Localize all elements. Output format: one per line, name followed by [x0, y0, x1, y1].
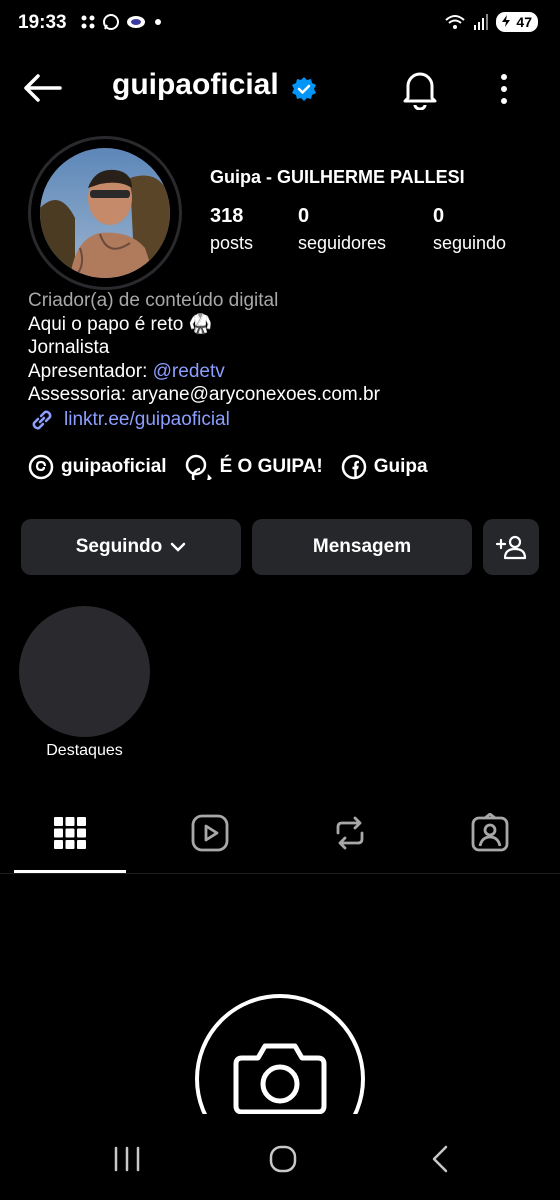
reels-icon	[191, 814, 229, 852]
avatar[interactable]	[40, 148, 170, 278]
reposts-icon	[336, 816, 364, 850]
followers-label: seguidores	[298, 233, 387, 253]
profile-category: Criador(a) de conteúdo digital	[28, 290, 279, 311]
chat-label: É O GUIPA!	[219, 456, 323, 477]
following-label: Seguindo	[75, 536, 163, 557]
tab-grid[interactable]	[0, 808, 140, 858]
stat-posts[interactable]: 318 posts	[210, 205, 253, 254]
facebook-label: Guipa	[373, 456, 428, 477]
message-button[interactable]: Mensagem	[252, 519, 472, 575]
verified-badge-icon	[292, 77, 316, 101]
status-system-icons: 47	[444, 12, 538, 32]
notification-bell-icon[interactable]	[400, 68, 440, 110]
posts-count: 318	[210, 205, 244, 227]
camera-icon	[233, 1043, 327, 1115]
bio-text: Apresentador:	[28, 360, 153, 382]
chat-link[interactable]: É O GUIPA!	[185, 454, 323, 480]
add-user-icon	[495, 535, 527, 560]
tab-tagged[interactable]	[420, 808, 560, 858]
social-links: guipaoficial É O GUIPA! Guipa	[28, 454, 428, 480]
bio-line: Jornalista	[28, 337, 110, 358]
status-notification-icons	[80, 13, 164, 31]
facebook-icon	[341, 454, 366, 480]
profile-bio: Criador(a) de conteúdo digital Aqui o pa…	[28, 289, 380, 407]
system-navigation-bar	[0, 1114, 560, 1200]
signal-icon	[474, 14, 489, 30]
status-time: 19:33	[18, 12, 67, 33]
home-icon[interactable]	[268, 1144, 298, 1174]
bio-line: Aqui o papo é reto 🥋	[28, 313, 213, 335]
threads-link[interactable]: guipaoficial	[28, 454, 167, 480]
threads-label: guipaoficial	[61, 456, 167, 477]
tab-reels[interactable]	[140, 808, 280, 858]
tab-divider	[0, 873, 560, 874]
whatsapp-icon	[103, 14, 119, 30]
message-label: Mensagem	[312, 536, 412, 557]
following-button[interactable]: Seguindo	[21, 519, 241, 575]
following-label: seguindo	[433, 233, 507, 253]
avatar-photo	[40, 148, 170, 278]
recent-apps-icon[interactable]	[112, 1146, 142, 1172]
profile-full-name: Guipa - GUILHERME PALLESI	[210, 167, 465, 187]
tagged-icon	[471, 813, 509, 852]
chat-icon	[185, 454, 212, 480]
following-count: 0	[433, 205, 445, 227]
more-options-icon[interactable]	[494, 72, 514, 106]
stat-following[interactable]: 0 seguindo	[433, 205, 506, 254]
add-user-button[interactable]	[483, 519, 539, 575]
threads-icon	[28, 454, 54, 480]
mention-link[interactable]: @redetv	[153, 361, 225, 382]
dot-icon	[155, 19, 161, 25]
posts-label: posts	[210, 233, 254, 253]
highlight-circle[interactable]	[19, 606, 150, 737]
link-text: linktr.ee/guipaoficial	[64, 409, 230, 430]
back-icon[interactable]	[428, 1144, 452, 1174]
highlight-label: Destaques	[46, 742, 123, 759]
followers-count: 0	[298, 205, 310, 227]
app-icon	[127, 16, 145, 28]
wifi-icon	[445, 15, 466, 29]
bio-line: Apresentador: @redetv	[28, 360, 380, 384]
battery-indicator: 47	[496, 12, 538, 32]
stat-followers[interactable]: 0 seguidores	[298, 205, 386, 254]
chevron-down-icon	[171, 542, 186, 552]
bio-line: Assessoria: aryane@aryconexoes.com.br	[28, 384, 380, 405]
profile-username: guipaoficial	[112, 68, 279, 101]
battery-level: 47	[516, 14, 532, 30]
link-icon	[32, 410, 52, 430]
grid-icon	[54, 817, 86, 849]
tab-reposts[interactable]	[280, 808, 420, 858]
grid-dots-icon	[81, 15, 95, 29]
profile-link[interactable]: linktr.ee/guipaoficial	[28, 406, 230, 434]
back-arrow-icon[interactable]	[22, 72, 62, 104]
battery-icon	[502, 15, 511, 27]
facebook-link[interactable]: Guipa	[341, 454, 428, 480]
